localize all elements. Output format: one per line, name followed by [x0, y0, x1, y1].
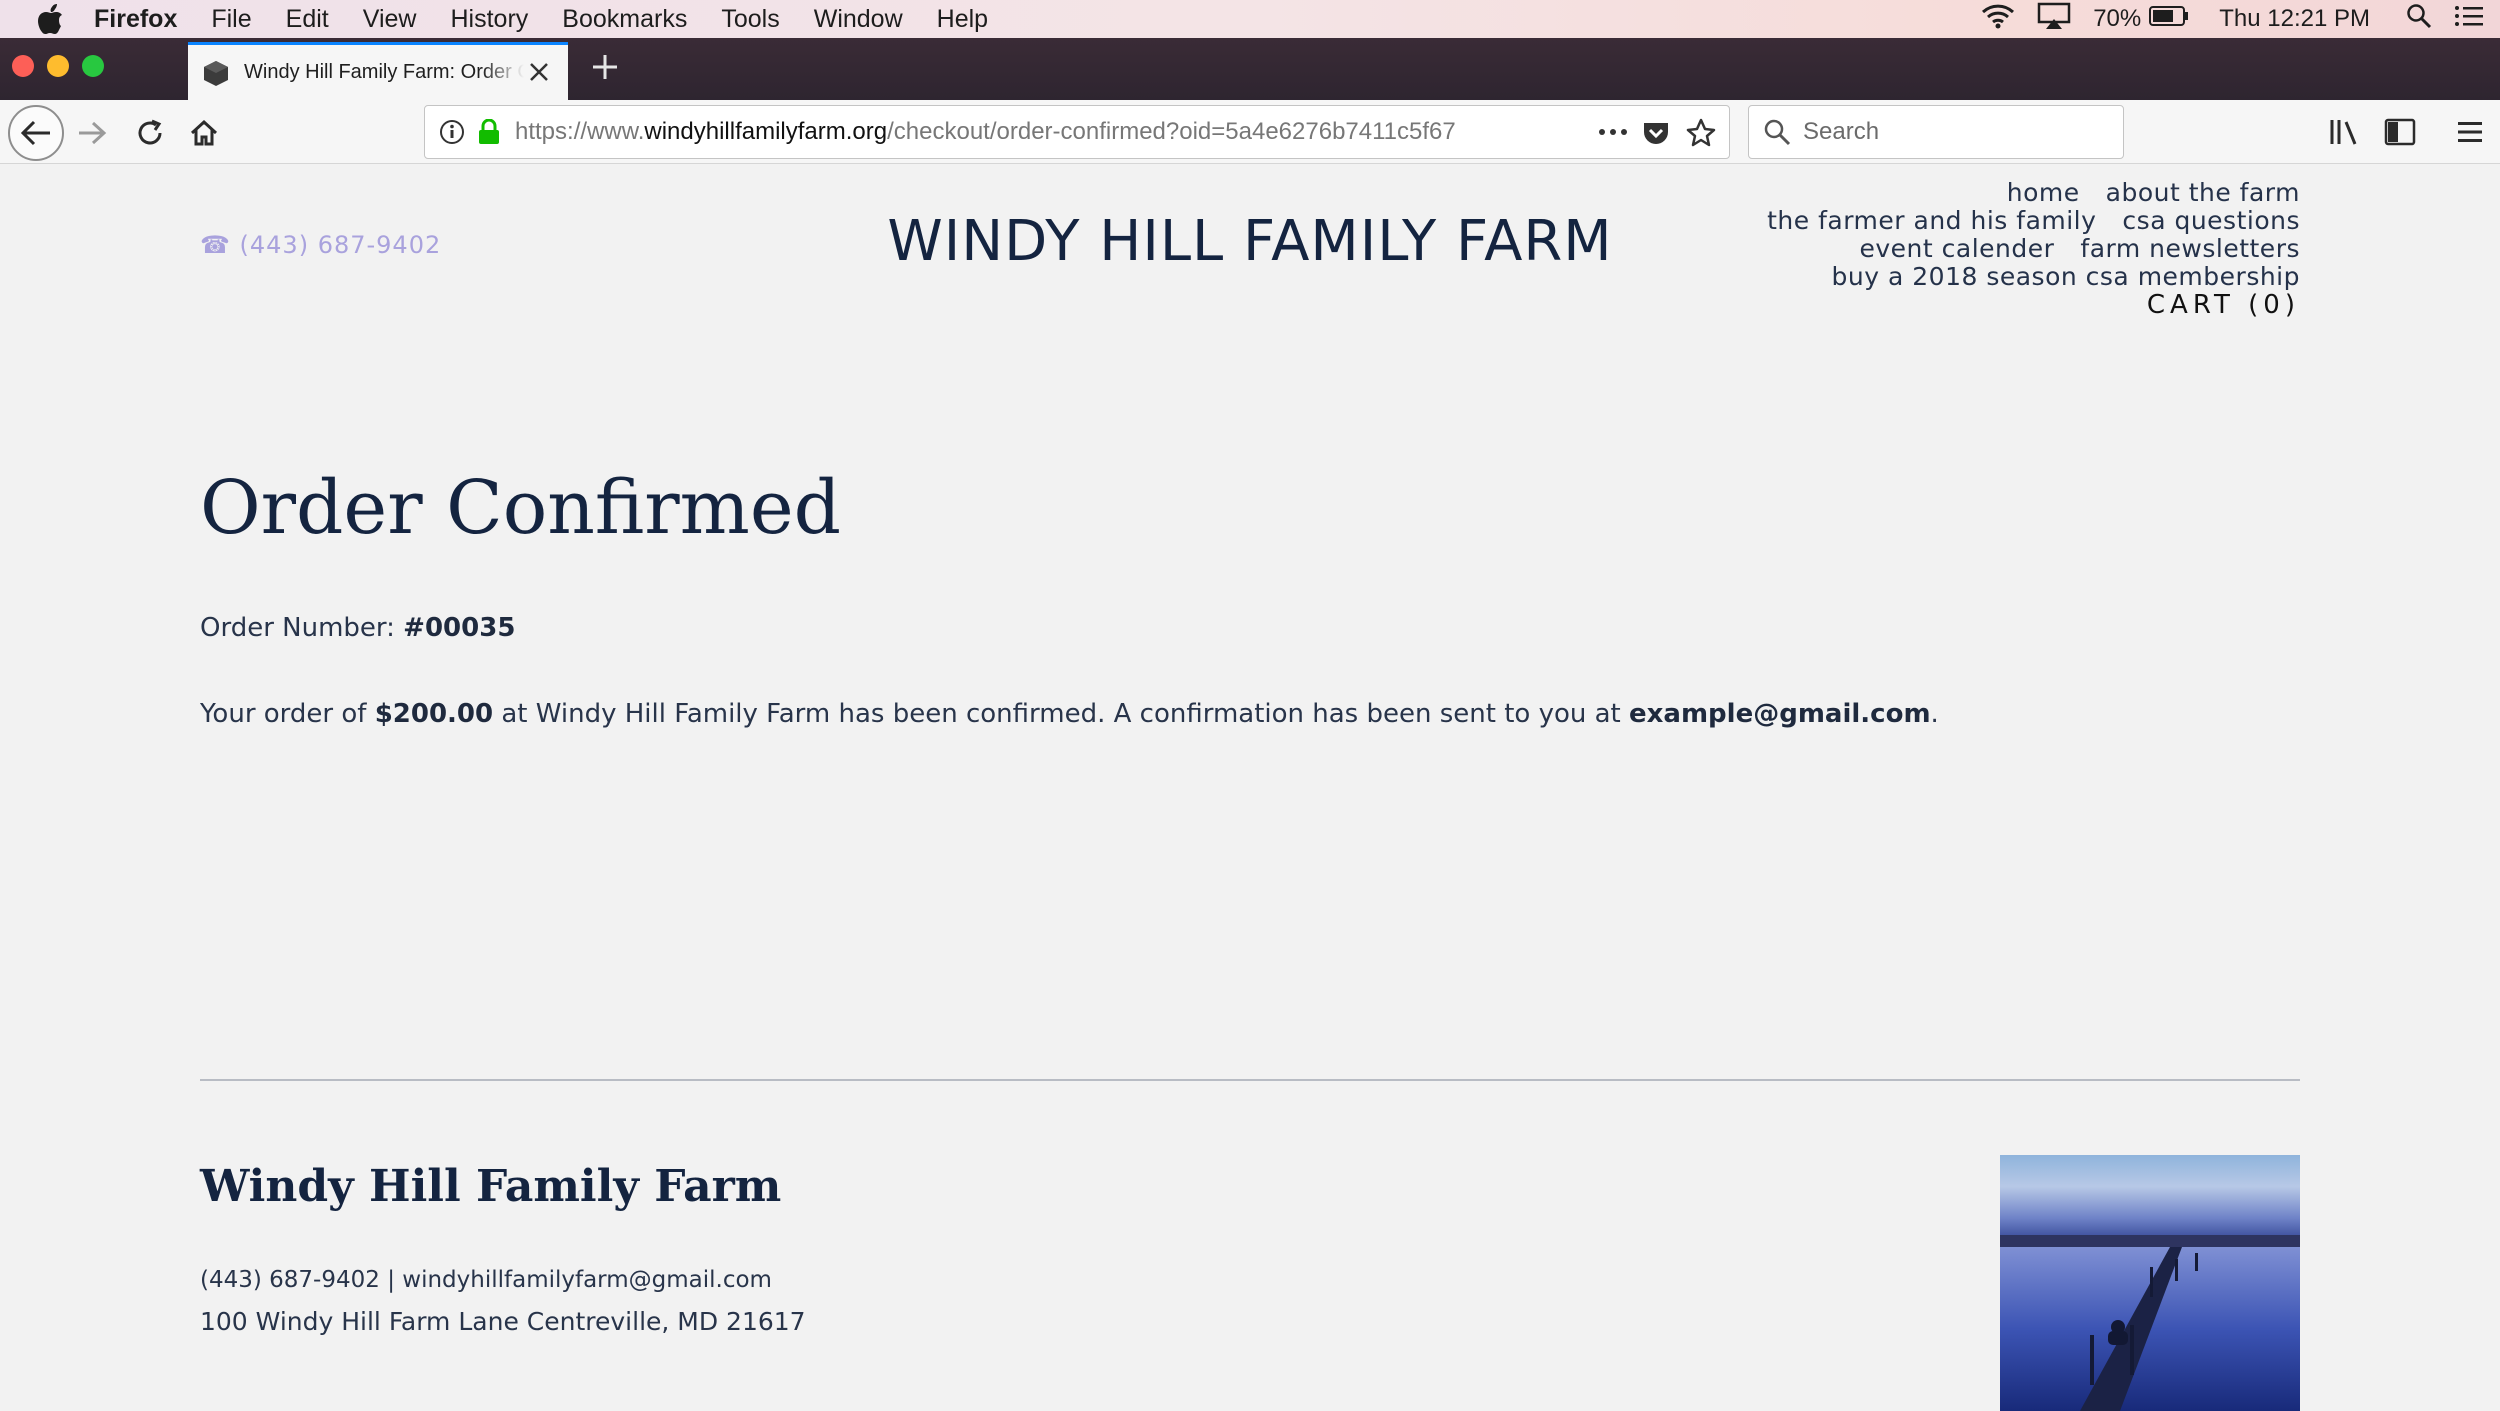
secure-lock-icon[interactable] — [477, 118, 501, 145]
nav-row: buy a 2018 season csa membership — [1741, 263, 2300, 291]
url-text[interactable]: https://www.windyhillfamilyfarm.org/chec… — [515, 118, 1545, 146]
window-zoom-button[interactable] — [82, 55, 104, 77]
footer-address: 100 Windy Hill Farm Lane Centreville, MD… — [200, 1307, 806, 1336]
footer-dock-photo[interactable] — [2000, 1155, 2300, 1411]
page-actions-more-icon[interactable] — [1595, 118, 1631, 146]
menubar-clock[interactable]: Thu 12:21 PM — [2219, 5, 2370, 33]
nav-link-membership[interactable]: buy a 2018 season csa membership — [1832, 262, 2300, 291]
confirmation-text-part: at Windy Hill Family Farm has been confi… — [493, 699, 1630, 729]
back-button[interactable] — [8, 105, 64, 161]
nav-row: event calender farm newsletters — [1741, 235, 2300, 263]
hamburger-menu-icon[interactable] — [2452, 114, 2488, 150]
library-icon[interactable] — [2326, 114, 2362, 150]
menu-help[interactable]: Help — [937, 5, 988, 34]
site-info-icon[interactable] — [439, 119, 465, 145]
window-minimize-button[interactable] — [47, 55, 69, 77]
nav-link-csa-questions[interactable]: csa questions — [2122, 206, 2300, 235]
wifi-icon[interactable] — [1981, 3, 2015, 36]
site-title[interactable]: WINDY HILL FAMILY FARM — [700, 209, 1800, 274]
order-number-line: Order Number: #00035 — [200, 613, 515, 643]
home-button[interactable] — [184, 114, 224, 152]
site-favicon-icon — [202, 59, 230, 87]
nav-link-home[interactable]: home — [2007, 178, 2080, 207]
footer-contact: (443) 687-9402 | windyhillfamilyfarm@gma… — [200, 1267, 772, 1293]
nav-link-events[interactable]: event calender — [1860, 234, 2055, 263]
search-bar[interactable] — [1748, 105, 2124, 159]
battery-icon[interactable] — [2149, 5, 2189, 34]
cart-link[interactable]: CART (0) — [1741, 291, 2300, 319]
menu-edit[interactable]: Edit — [286, 5, 329, 34]
web-page: ☎ (443) 687-9402 WINDY HILL FAMILY FARM … — [0, 165, 2500, 1411]
site-navigation: home about the farm the farmer and his fa… — [1741, 179, 2300, 320]
order-number-value: #00035 — [403, 613, 516, 643]
footer-title: Windy Hill Family Farm — [200, 1161, 782, 1212]
nav-row: home about the farm — [1741, 179, 2300, 207]
url-scheme: https://www. — [515, 118, 645, 145]
menu-file[interactable]: File — [211, 5, 251, 34]
apple-icon[interactable] — [36, 4, 66, 34]
spotlight-icon[interactable] — [2406, 3, 2432, 36]
order-amount: $200.00 — [374, 699, 494, 729]
airplay-icon[interactable] — [2037, 2, 2071, 37]
url-path: /checkout/order-confirmed?oid=5a4e6276b7… — [887, 118, 1456, 145]
reload-button[interactable] — [130, 114, 170, 152]
menu-view[interactable]: View — [363, 5, 417, 34]
battery-percent: 70% — [2093, 5, 2142, 32]
order-confirmed-heading: Order Confirmed — [200, 465, 841, 551]
nav-row: the farmer and his family csa questions — [1741, 207, 2300, 235]
sidebar-toggle-icon[interactable] — [2382, 114, 2418, 150]
nav-link-farmer[interactable]: the farmer and his family — [1767, 206, 2096, 235]
pocket-icon[interactable] — [1641, 118, 1671, 148]
confirmation-message: Your order of $200.00 at Windy Hill Fami… — [200, 699, 1939, 729]
order-number-label: Order Number: — [200, 613, 404, 643]
menu-tools[interactable]: Tools — [721, 5, 779, 34]
confirmation-text-part: Your order of — [200, 699, 375, 729]
tab-close-icon[interactable] — [526, 59, 552, 85]
tab-active[interactable]: Windy Hill Family Farm: Order Confirmed — [188, 42, 568, 100]
menu-app-firefox[interactable]: Firefox — [94, 5, 177, 34]
notification-center-icon[interactable] — [2454, 4, 2484, 35]
address-bar[interactable]: https://www.windyhillfamilyfarm.org/chec… — [424, 105, 1730, 159]
forward-button[interactable] — [72, 114, 112, 152]
nav-link-about[interactable]: about the farm — [2106, 178, 2300, 207]
search-icon — [1763, 118, 1791, 146]
macos-menubar: Firefox File Edit View History Bookmarks… — [0, 0, 2500, 38]
nav-link-newsletters[interactable]: farm newsletters — [2080, 234, 2300, 263]
search-input[interactable] — [1803, 118, 2103, 146]
new-tab-icon[interactable] — [590, 52, 620, 82]
confirmation-text-part: . — [1930, 699, 1939, 729]
url-domain: windyhillfamilyfarm.org — [644, 118, 888, 145]
menu-bookmarks[interactable]: Bookmarks — [562, 5, 687, 34]
footer-divider — [200, 1079, 2300, 1081]
header-phone-link[interactable]: ☎ (443) 687-9402 — [200, 231, 441, 259]
menu-window[interactable]: Window — [814, 5, 903, 34]
navigation-toolbar: https://www.windyhillfamilyfarm.org/chec… — [0, 100, 2500, 164]
window-close-button[interactable] — [12, 55, 34, 77]
bookmark-star-icon[interactable] — [1685, 117, 1717, 149]
confirmation-email: example@gmail.com — [1629, 699, 1931, 729]
tab-title: Windy Hill Family Farm: Order Confirmed — [244, 61, 524, 83]
menu-history[interactable]: History — [451, 5, 529, 34]
menubar-status-area: 70% Thu 12:21 PM — [1959, 0, 2500, 38]
